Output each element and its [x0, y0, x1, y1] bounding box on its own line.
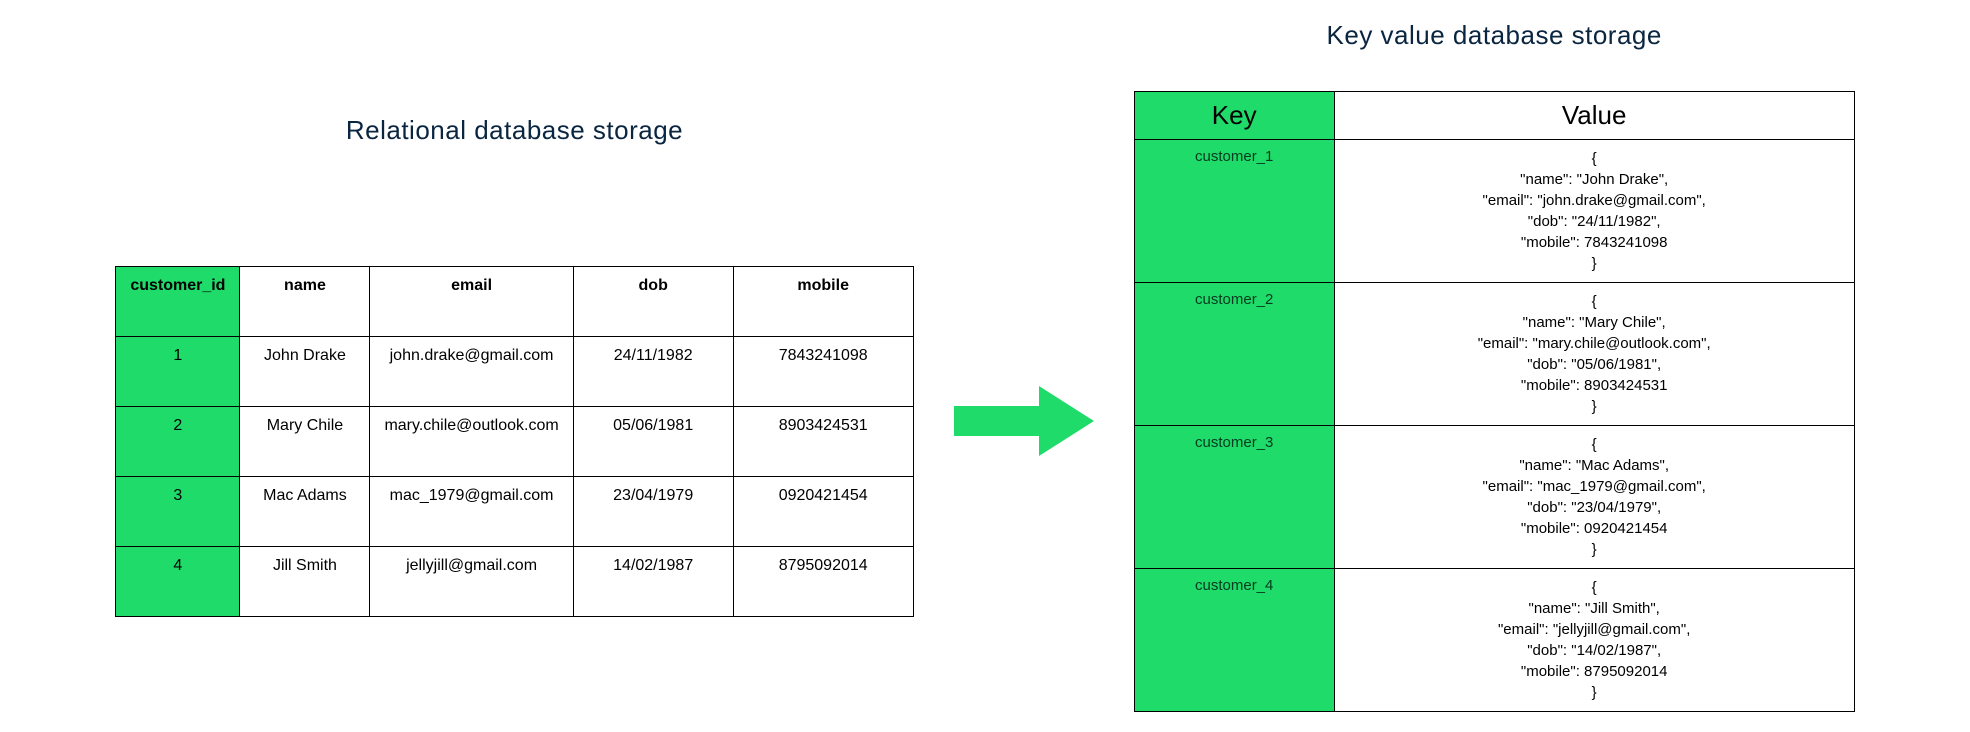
cell-name: Jill Smith: [240, 547, 370, 617]
col-header-customer-id: customer_id: [116, 267, 240, 337]
cell-kv-key: customer_3: [1134, 426, 1334, 569]
table-row: 2 Mary Chile mary.chile@outlook.com 05/0…: [116, 407, 913, 477]
col-header-mobile: mobile: [733, 267, 913, 337]
col-header-value: Value: [1334, 92, 1854, 140]
kv-title: Key value database storage: [1327, 20, 1662, 51]
relational-header-row: customer_id name email dob mobile: [116, 267, 913, 337]
col-header-email: email: [370, 267, 573, 337]
cell-dob: 14/02/1987: [573, 547, 733, 617]
cell-kv-key: customer_2: [1134, 283, 1334, 426]
kv-table: Key Value customer_1 { "name": "John Dra…: [1134, 91, 1855, 712]
cell-kv-value: { "name": "Jill Smith", "email": "jellyj…: [1334, 569, 1854, 712]
arrow-icon: [954, 381, 1094, 461]
cell-kv-key: customer_1: [1134, 140, 1334, 283]
cell-mobile: 8903424531: [733, 407, 913, 477]
cell-mobile: 0920421454: [733, 477, 913, 547]
relational-table: customer_id name email dob mobile 1 John…: [115, 266, 913, 617]
cell-kv-value: { "name": "John Drake", "email": "john.d…: [1334, 140, 1854, 283]
cell-customer-id: 2: [116, 407, 240, 477]
table-row: 4 Jill Smith jellyjill@gmail.com 14/02/1…: [116, 547, 913, 617]
cell-mobile: 7843241098: [733, 337, 913, 407]
table-row: customer_4 { "name": "Jill Smith", "emai…: [1134, 569, 1854, 712]
cell-name: Mac Adams: [240, 477, 370, 547]
table-row: customer_3 { "name": "Mac Adams", "email…: [1134, 426, 1854, 569]
relational-column: Relational database storage customer_id …: [115, 115, 913, 617]
col-header-dob: dob: [573, 267, 733, 337]
kv-column: Key value database storage Key Value cus…: [1134, 20, 1855, 712]
cell-name: John Drake: [240, 337, 370, 407]
kv-header-row: Key Value: [1134, 92, 1854, 140]
relational-title: Relational database storage: [346, 115, 683, 146]
cell-dob: 05/06/1981: [573, 407, 733, 477]
cell-name: Mary Chile: [240, 407, 370, 477]
cell-email: john.drake@gmail.com: [370, 337, 573, 407]
cell-customer-id: 4: [116, 547, 240, 617]
table-row: 3 Mac Adams mac_1979@gmail.com 23/04/197…: [116, 477, 913, 547]
table-row: customer_1 { "name": "John Drake", "emai…: [1134, 140, 1854, 283]
cell-email: mary.chile@outlook.com: [370, 407, 573, 477]
diagram-root: Relational database storage customer_id …: [10, 20, 1960, 712]
cell-dob: 23/04/1979: [573, 477, 733, 547]
cell-kv-key: customer_4: [1134, 569, 1334, 712]
col-header-name: name: [240, 267, 370, 337]
cell-email: mac_1979@gmail.com: [370, 477, 573, 547]
table-row: customer_2 { "name": "Mary Chile", "emai…: [1134, 283, 1854, 426]
cell-dob: 24/11/1982: [573, 337, 733, 407]
cell-email: jellyjill@gmail.com: [370, 547, 573, 617]
cell-kv-value: { "name": "Mary Chile", "email": "mary.c…: [1334, 283, 1854, 426]
cell-customer-id: 1: [116, 337, 240, 407]
cell-customer-id: 3: [116, 477, 240, 547]
cell-mobile: 8795092014: [733, 547, 913, 617]
col-header-key: Key: [1134, 92, 1334, 140]
table-row: 1 John Drake john.drake@gmail.com 24/11/…: [116, 337, 913, 407]
cell-kv-value: { "name": "Mac Adams", "email": "mac_197…: [1334, 426, 1854, 569]
